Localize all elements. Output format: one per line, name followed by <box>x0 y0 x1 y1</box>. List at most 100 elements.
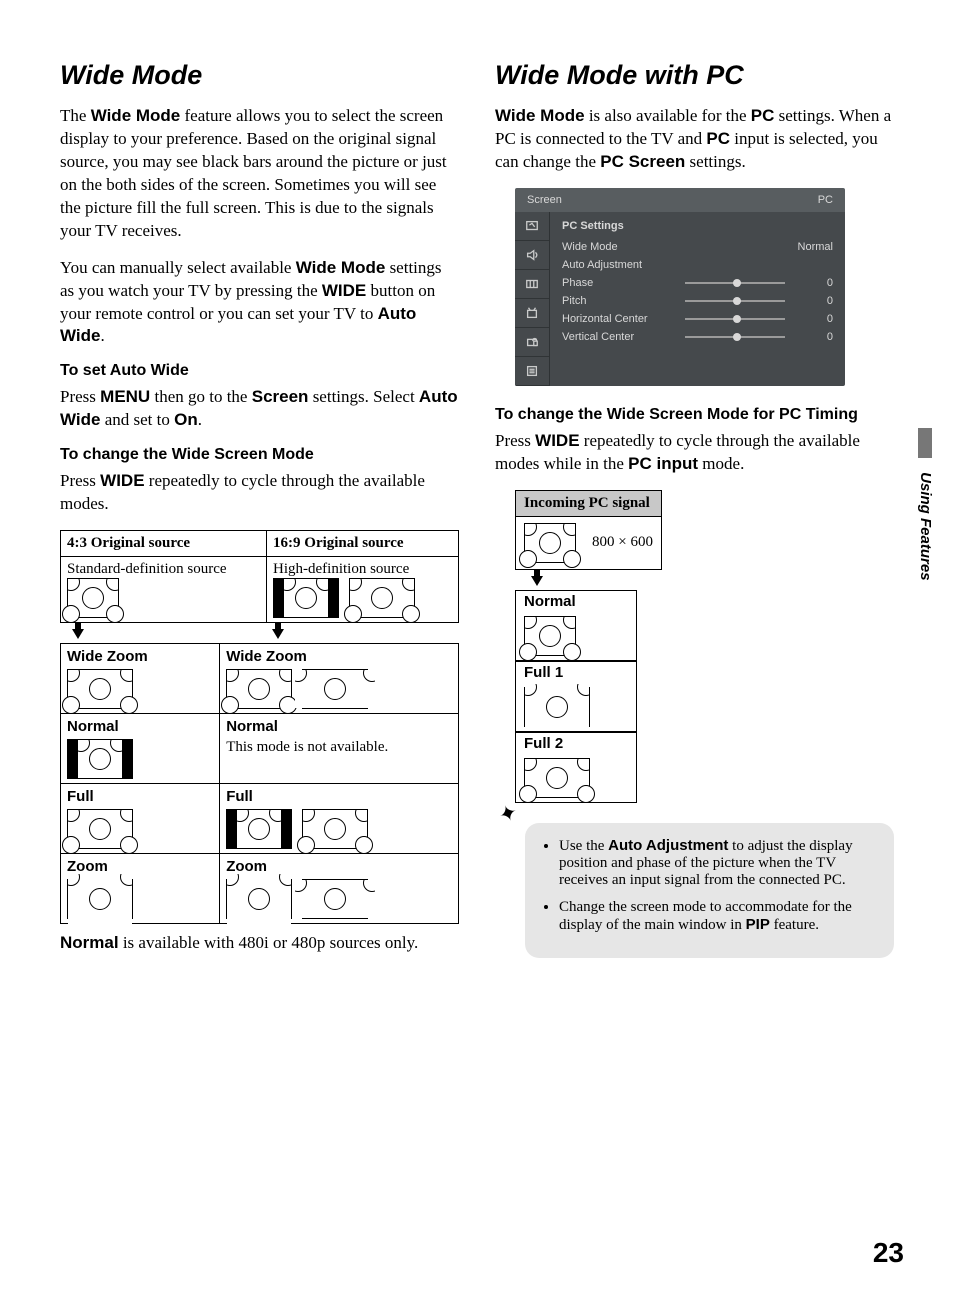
setup-icon <box>515 357 549 386</box>
aspect-icon <box>524 687 590 727</box>
aspect-icon <box>226 809 292 849</box>
normal-footnote: Normal is available with 480i or 480p so… <box>60 932 459 955</box>
sound-icon <box>515 241 549 270</box>
osd-section-title: PC Settings <box>562 218 833 238</box>
col-header-169: 16:9 Original source <box>267 531 459 557</box>
osd-row: Phase 0 <box>562 274 833 292</box>
pc-signal-row: 800 × 600 <box>516 517 661 569</box>
cell-normal-169: Normal This mode is not available. <box>220 714 459 784</box>
pc-modes-table: Normal Full 1 Full 2 <box>515 590 637 803</box>
channel-icon <box>515 299 549 328</box>
pc-settings-osd: Screen PC PC Settings Wide Mode Normal <box>515 188 845 386</box>
osd-row-label: Horizontal Center <box>562 313 648 325</box>
pc-mode-label: Full 2 <box>516 732 636 754</box>
aspect-icon <box>226 879 292 919</box>
arrow-down-icon <box>72 629 84 639</box>
pc-signal-table: Incoming PC signal 800 × 600 <box>515 490 662 570</box>
aspect-icon <box>524 758 590 798</box>
picture-icon <box>515 212 549 241</box>
tip-item: Use the Auto Adjustment to adjust the di… <box>559 837 878 889</box>
wide-mode-table: 4:3 Original source 16:9 Original source… <box>60 530 459 623</box>
osd-icon-column <box>515 212 550 386</box>
aspect-icon <box>302 669 368 709</box>
cell-widezoom-169: Wide Zoom <box>220 644 459 714</box>
aspect-icon <box>302 879 368 919</box>
osd-row-label: Wide Mode <box>562 241 618 253</box>
two-column-layout: Wide Mode The Wide Mode feature allows y… <box>60 60 894 969</box>
osd-row-value: 0 <box>793 331 833 343</box>
aspect-icon <box>67 809 133 849</box>
left-column: Wide Mode The Wide Mode feature allows y… <box>60 60 459 969</box>
osd-row-label: Phase <box>562 277 593 289</box>
osd-row: Wide Mode Normal <box>562 238 833 256</box>
aspect-icon <box>302 809 368 849</box>
osd-title: Screen <box>527 194 562 206</box>
osd-slider <box>685 318 785 320</box>
osd-row-value: 0 <box>793 313 833 325</box>
tip-box: ✦ Use the Auto Adjustment to adjust the … <box>525 823 894 958</box>
cell-sd-source: Standard-definition source <box>61 557 267 623</box>
pc-signal-header: Incoming PC signal <box>516 491 661 517</box>
pc-timing-heading: To change the Wide Screen Mode for PC Ti… <box>495 406 894 424</box>
wide-mode-intro: The Wide Mode feature allows you to sele… <box>60 105 459 243</box>
page-number: 23 <box>873 1237 904 1269</box>
col-header-43: 4:3 Original source <box>61 531 267 557</box>
wide-mode-heading: Wide Mode <box>60 60 459 91</box>
section-tab-label: Using Features <box>917 472 934 580</box>
aspect-icon <box>524 523 576 563</box>
tip-lamp-icon: ✦ <box>495 798 521 829</box>
osd-row-value: 0 <box>793 277 833 289</box>
aspect-icon <box>67 739 133 779</box>
wide-mode-results-table: Wide Zoom Wide Zoom Normal N <box>60 643 459 924</box>
aspect-icon <box>67 578 119 618</box>
osd-row-value: Normal <box>793 241 833 253</box>
section-tab: Using Features <box>917 428 934 581</box>
osd-row-label: Pitch <box>562 295 586 307</box>
osd-row: Vertical Center 0 <box>562 328 833 346</box>
auto-wide-heading: To set Auto Wide <box>60 362 459 380</box>
cell-full-169: Full <box>220 784 459 854</box>
tip-item: Change the screen mode to accommodate fo… <box>559 899 878 934</box>
screen-icon <box>515 270 549 299</box>
pc-mode-label: Full 1 <box>516 661 636 683</box>
osd-row-label: Vertical Center <box>562 331 634 343</box>
osd-titlebar: Screen PC <box>515 188 845 212</box>
pc-resolution: 800 × 600 <box>592 534 653 551</box>
osd-main: PC Settings Wide Mode Normal Auto Adjustme… <box>550 212 845 386</box>
wide-mode-pc-intro: Wide Mode is also available for the PC s… <box>495 105 894 174</box>
arrow-down-icon <box>531 576 543 586</box>
aspect-icon <box>226 669 292 709</box>
wide-mode-manual: You can manually select available Wide M… <box>60 257 459 349</box>
aspect-icon <box>524 616 576 656</box>
cell-zoom-43: Zoom <box>61 854 220 924</box>
lock-icon <box>515 328 549 357</box>
cell-full-43: Full <box>61 784 220 854</box>
aspect-icon <box>349 578 415 618</box>
cell-zoom-169: Zoom <box>220 854 459 924</box>
osd-slider <box>685 282 785 284</box>
auto-wide-text: Press MENU then go to the Screen setting… <box>60 386 459 432</box>
osd-row-value: 0 <box>793 295 833 307</box>
pc-mode-label: Normal <box>516 591 636 612</box>
change-mode-heading: To change the Wide Screen Mode <box>60 446 459 464</box>
pc-timing-text: Press WIDE repeatedly to cycle through t… <box>495 430 894 476</box>
aspect-icon <box>273 578 339 618</box>
wide-mode-pc-heading: Wide Mode with PC <box>495 60 894 91</box>
change-mode-text: Press WIDE repeatedly to cycle through t… <box>60 470 459 516</box>
osd-row-label: Auto Adjustment <box>562 259 642 271</box>
manual-page: Wide Mode The Wide Mode feature allows y… <box>0 0 954 1297</box>
section-tab-marker <box>918 428 932 458</box>
arrow-down-icon <box>272 629 284 639</box>
aspect-icon <box>67 879 133 919</box>
osd-row: Pitch 0 <box>562 292 833 310</box>
cell-hd-source: High-definition source <box>267 557 459 623</box>
osd-row: Auto Adjustment <box>562 256 833 274</box>
osd-input-label: PC <box>818 194 833 206</box>
osd-slider <box>685 336 785 338</box>
right-column: Wide Mode with PC Wide Mode is also avai… <box>495 60 894 969</box>
osd-slider <box>685 300 785 302</box>
cell-widezoom-43: Wide Zoom <box>61 644 220 714</box>
cell-normal-43: Normal <box>61 714 220 784</box>
osd-row: Horizontal Center 0 <box>562 310 833 328</box>
aspect-icon <box>67 669 133 709</box>
